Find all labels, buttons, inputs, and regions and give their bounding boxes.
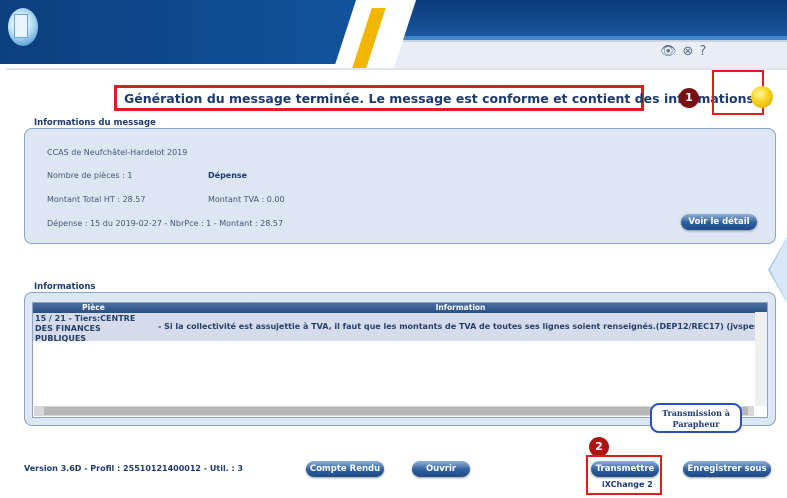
header-icons: 👁⊗? xyxy=(660,44,712,59)
column-header-piece[interactable]: Pièce xyxy=(33,303,154,313)
ouvrir-button[interactable]: Ouvrir xyxy=(412,461,470,477)
ixchange-label: iXChange 2 xyxy=(602,480,653,489)
version-info: Version 3.6D - Profil : 25510121400012 -… xyxy=(24,464,244,473)
type-label: Dépense xyxy=(208,171,248,180)
header-toolbar-strip xyxy=(370,40,787,70)
transmission-tooltip: Transmission à Parapheur xyxy=(650,403,742,433)
vertical-scrollbar[interactable] xyxy=(755,312,767,406)
step-1-badge: 1 xyxy=(679,88,699,108)
compte-rendu-button[interactable]: Compte Rendu xyxy=(306,461,384,477)
eye-icon[interactable]: 👁 xyxy=(660,44,683,59)
header-band xyxy=(392,0,787,40)
montant-ht-label: Montant Total HT : 28.57 xyxy=(47,195,146,204)
transmettre-button[interactable]: Transmettre xyxy=(591,461,659,477)
status-light-icon xyxy=(751,86,773,108)
enregistrer-sous-button[interactable]: Enregistrer sous xyxy=(683,461,771,477)
collectivite-label: CCAS de Neufchâtel-Hardelot 2019 xyxy=(47,148,188,157)
column-header-information[interactable]: Information xyxy=(154,303,767,313)
status-message: Génération du message terminée. Le messa… xyxy=(124,91,759,106)
logo-door-shape xyxy=(14,14,28,38)
horizontal-scroll-thumb[interactable] xyxy=(44,407,748,415)
step-2-badge: 2 xyxy=(589,437,609,457)
detail-line: Dépense : 15 du 2019-02-27 - NbrPce : 1 … xyxy=(47,219,284,228)
nb-pieces-label: Nombre de pièces : 1 xyxy=(47,171,133,180)
help-icon[interactable]: ? xyxy=(699,44,712,59)
voir-detail-button[interactable]: Voir le détail xyxy=(681,214,757,230)
table-cell-piece[interactable]: 15 / 21 - Tiers:CENTRE DES FINANCES PUBL… xyxy=(33,313,154,343)
lifebuoy-icon[interactable]: ⊗ xyxy=(683,44,700,59)
content-divider xyxy=(6,68,787,70)
table-cell-information[interactable]: - Si la collectivité est assujettie à TV… xyxy=(154,313,755,341)
message-info-title: Informations du message xyxy=(34,118,156,128)
montant-tva-label: Montant TVA : 0.00 xyxy=(208,195,285,204)
informations-title: Informations xyxy=(34,282,96,292)
